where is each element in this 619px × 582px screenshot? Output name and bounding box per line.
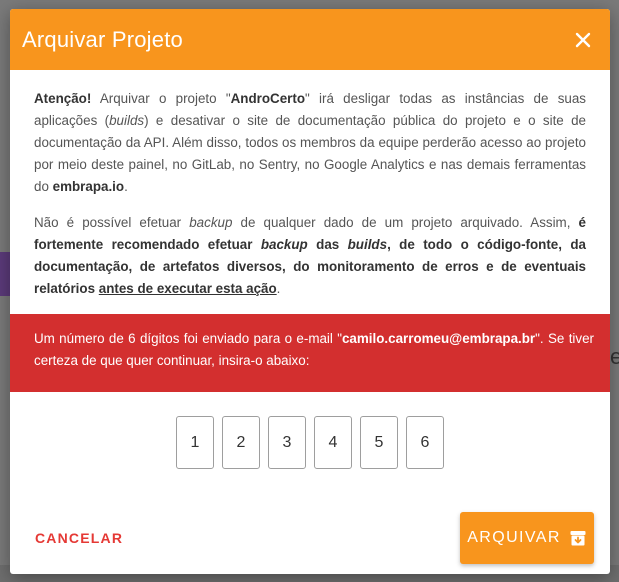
text-segment: backup — [189, 215, 233, 230]
code-digit-3[interactable]: 3 — [268, 416, 306, 469]
project-name: AndroCerto — [230, 91, 306, 106]
dialog-actions: CANCELAR ARQUIVAR — [10, 512, 610, 564]
text-segment: de qualquer dado de um projeto arquivado… — [232, 215, 579, 230]
text-segment: backup — [260, 237, 308, 252]
before-action-emphasis: antes de executar esta ação — [98, 281, 277, 296]
site-name: embrapa.io — [52, 179, 125, 194]
text-segment: Um número de 6 dígitos foi enviado para … — [34, 331, 342, 346]
close-icon — [575, 32, 591, 47]
attention-label: Atenção! — [34, 91, 92, 106]
warning-paragraph: Atenção! Arquivar o projeto "AndroCerto"… — [34, 88, 586, 198]
background-sidebar-fragment — [0, 252, 10, 296]
code-digit-4[interactable]: 4 — [314, 416, 352, 469]
text-segment: Não é possível efetuar — [34, 215, 190, 230]
archive-button-label: ARQUIVAR — [467, 529, 561, 546]
text-segment: . — [124, 179, 128, 194]
close-button[interactable] — [568, 25, 598, 55]
code-digit-5[interactable]: 5 — [360, 416, 398, 469]
backup-paragraph: Não é possível efetuar backup de qualque… — [34, 212, 586, 300]
code-digit-6[interactable]: 6 — [406, 416, 444, 469]
text-segment: das — [307, 237, 348, 252]
text-segment: builds — [109, 113, 145, 128]
text-segment: builds — [347, 237, 388, 252]
verification-alert: Um número de 6 dígitos foi enviado para … — [10, 314, 610, 392]
verification-code-input: 1 2 3 4 5 6 — [10, 416, 610, 469]
recipient-email: camilo.carromeu@embrapa.br — [341, 331, 536, 346]
dialog-title: Arquivar Projeto — [22, 26, 183, 52]
background-text-fragment: e — [610, 344, 619, 369]
code-digit-2[interactable]: 2 — [222, 416, 260, 469]
archive-box-icon — [570, 531, 586, 546]
text-segment: Arquivar o projeto " — [91, 91, 231, 106]
archive-button[interactable]: ARQUIVAR — [460, 512, 594, 564]
code-digit-1[interactable]: 1 — [176, 416, 214, 469]
dialog-body: Atenção! Arquivar o projeto "AndroCerto"… — [10, 70, 610, 300]
cancel-button[interactable]: CANCELAR — [35, 530, 123, 546]
text-segment: . — [276, 281, 281, 296]
dialog-header: Arquivar Projeto — [10, 9, 610, 70]
archive-project-dialog: Arquivar Projeto Atenção! Arquivar o pro… — [10, 9, 610, 574]
